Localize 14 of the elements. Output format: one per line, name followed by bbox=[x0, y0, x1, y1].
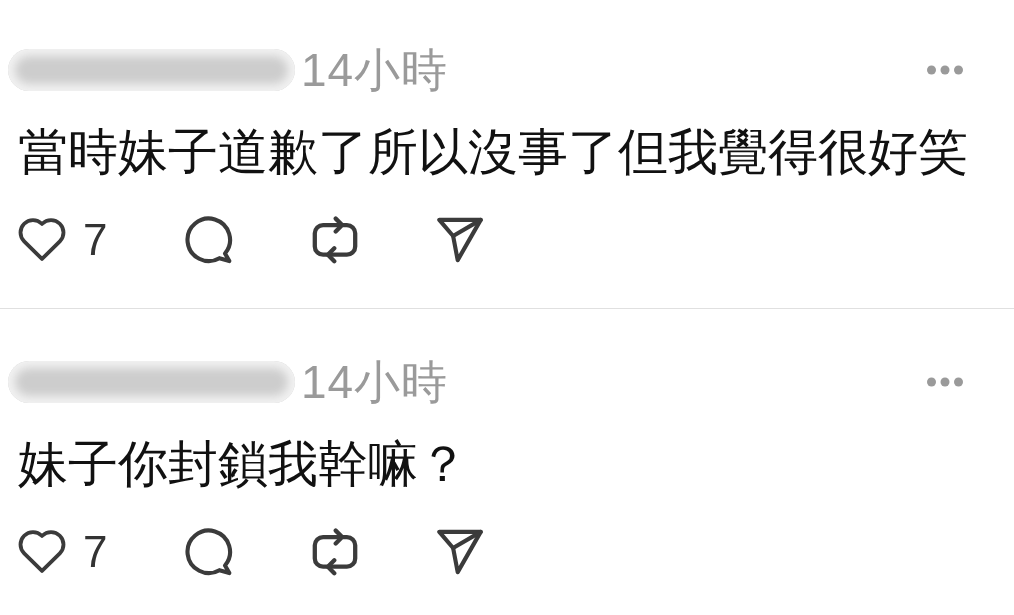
like-button[interactable]: 7 bbox=[17, 529, 108, 575]
speech-bubble-icon[interactable] bbox=[185, 216, 234, 264]
speech-bubble-icon[interactable] bbox=[185, 528, 234, 576]
post-time: 14小時 bbox=[301, 45, 449, 95]
repost-icon[interactable] bbox=[311, 528, 360, 576]
like-button[interactable]: 7 bbox=[17, 217, 108, 263]
send-icon[interactable] bbox=[437, 217, 484, 263]
post-time: 14小時 bbox=[301, 357, 449, 407]
post-text: 妹子你封鎖我幹嘛？ bbox=[17, 435, 469, 494]
post-text: 當時妹子道歉了所以沒事了但我覺得很好笑 bbox=[17, 123, 969, 182]
send-icon[interactable] bbox=[437, 529, 484, 575]
more-icon[interactable] bbox=[927, 65, 963, 75]
repost-icon[interactable] bbox=[311, 216, 360, 264]
more-icon[interactable] bbox=[927, 377, 963, 387]
